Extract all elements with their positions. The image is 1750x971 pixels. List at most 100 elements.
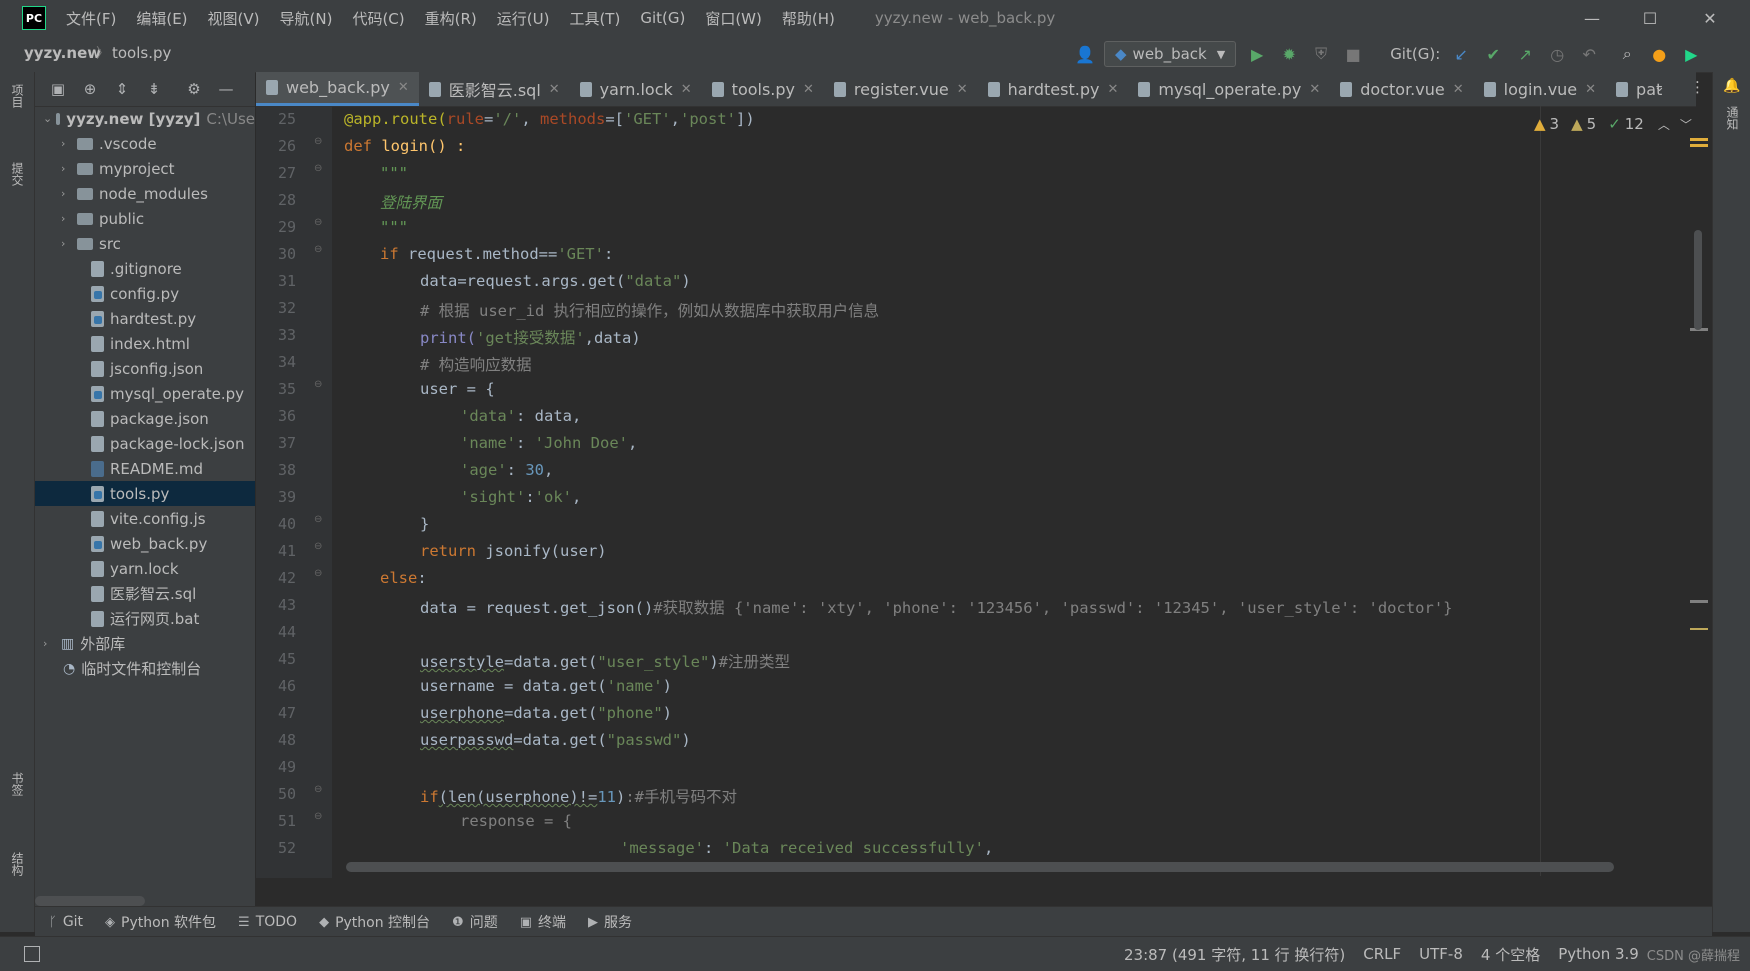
jetbrains-toolbox-icon[interactable]: ▶ [1680, 43, 1702, 65]
tree-file[interactable]: jsconfig.json [35, 356, 255, 381]
tree-file[interactable]: package.json [35, 406, 255, 431]
breadcrumb-file[interactable]: tools.py [112, 44, 171, 62]
services-tool-tab[interactable]: ▶ 服务 [588, 912, 632, 932]
fold-marker-icon[interactable]: ⊖ [314, 541, 322, 552]
search-icon[interactable]: ⌕ [1616, 43, 1638, 65]
close-icon[interactable]: ✕ [398, 80, 409, 95]
menu-view[interactable]: 视图(V) [208, 8, 260, 29]
panel-horizontal-scrollbar[interactable] [35, 896, 145, 906]
tab-doctor-vue[interactable]: doctor.vue ✕ [1330, 72, 1473, 106]
todo-tool-tab[interactable]: ☰ TODO [238, 914, 297, 930]
menu-code[interactable]: 代码(C) [352, 8, 404, 29]
expand-all-icon[interactable]: ⇕ [113, 80, 131, 98]
tree-file[interactable]: index.html [35, 331, 255, 356]
tree-file[interactable]: .gitignore [35, 256, 255, 281]
close-icon[interactable]: ✕ [1309, 82, 1320, 97]
tab-login-vue[interactable]: login.vue ✕ [1474, 72, 1606, 106]
tree-file[interactable]: vite.config.js [35, 506, 255, 531]
menu-window[interactable]: 窗口(W) [705, 8, 762, 29]
menu-tools[interactable]: 工具(T) [569, 8, 620, 29]
fold-marker-icon[interactable]: ⊖ [314, 514, 322, 525]
fold-marker-icon[interactable]: ⊖ [314, 217, 322, 228]
fold-marker-icon[interactable]: ⊖ [314, 784, 322, 795]
maximize-button[interactable]: ☐ [1630, 4, 1670, 32]
fold-marker-icon[interactable]: ⊖ [314, 163, 322, 174]
menu-run[interactable]: 运行(U) [497, 8, 550, 29]
git-rollback-icon[interactable]: ↶ [1578, 43, 1600, 65]
python-packages-tool-tab[interactable]: ◈ Python 软件包 [105, 912, 216, 932]
tree-file[interactable]: 运行网页.bat [35, 606, 255, 631]
menu-file[interactable]: 文件(F) [66, 8, 116, 29]
tree-file-selected[interactable]: tools.py [35, 481, 255, 506]
menu-navigate[interactable]: 导航(N) [280, 8, 333, 29]
fold-marker-icon[interactable]: ⊖ [314, 244, 322, 255]
hide-panel-icon[interactable]: — [217, 80, 235, 98]
caret-position[interactable]: 23:87 (491 字符, 11 行 换行符) [1124, 944, 1345, 965]
update-icon[interactable]: ● [1648, 43, 1670, 65]
chevron-up-icon[interactable]: ︿ [1658, 116, 1670, 133]
editor-vertical-scrollbar[interactable] [1694, 230, 1702, 330]
tree-file[interactable]: web_back.py [35, 531, 255, 556]
fold-marker-icon[interactable]: ⊖ [314, 136, 322, 147]
tree-folder[interactable]: › public [35, 206, 255, 231]
file-encoding[interactable]: UTF-8 [1419, 945, 1463, 963]
commit-tool-tab[interactable]: 提交 [8, 162, 26, 186]
tree-file[interactable]: 医影智云.sql [35, 581, 255, 606]
project-tool-tab[interactable]: 项目 [8, 84, 26, 108]
panel-view-icon[interactable]: ▣ [49, 80, 67, 98]
menu-edit[interactable]: 编辑(E) [136, 8, 187, 29]
python-interpreter[interactable]: Python 3.9 [1558, 945, 1639, 963]
tree-file[interactable]: config.py [35, 281, 255, 306]
tab-register-vue[interactable]: register.vue ✕ [824, 72, 978, 106]
git-push-icon[interactable]: ↗ [1514, 43, 1536, 65]
menu-refactor[interactable]: 重构(R) [425, 8, 477, 29]
tab-mysql-operate-py[interactable]: mysql_operate.py ✕ [1128, 72, 1330, 106]
close-icon[interactable]: ✕ [1453, 82, 1464, 97]
menu-git[interactable]: Git(G) [640, 9, 685, 27]
error-stripe-marker[interactable] [1690, 144, 1708, 147]
indent-setting[interactable]: 4 个空格 [1481, 944, 1540, 965]
tree-file[interactable]: hardtest.py [35, 306, 255, 331]
close-icon[interactable]: ✕ [549, 82, 560, 97]
tree-folder[interactable]: › myproject [35, 156, 255, 181]
fold-marker-icon[interactable]: ⊖ [314, 811, 322, 822]
tree-folder[interactable]: › .vscode [35, 131, 255, 156]
git-update-icon[interactable]: ↙ [1450, 43, 1472, 65]
problems-tool-tab[interactable]: ❶ 问题 [452, 912, 498, 932]
tree-file[interactable]: package-lock.json [35, 431, 255, 456]
collapse-all-icon[interactable]: ⇟ [145, 80, 163, 98]
tab-web-back-py[interactable]: web_back.py ✕ [256, 72, 419, 106]
menu-help[interactable]: 帮助(H) [782, 8, 835, 29]
git-commit-icon[interactable]: ✔ [1482, 43, 1504, 65]
tab-yarn-lock[interactable]: yarn.lock ✕ [570, 72, 702, 106]
toggle-tool-windows-icon[interactable] [24, 946, 40, 962]
stop-icon[interactable]: ■ [1342, 43, 1364, 65]
fold-marker-icon[interactable]: ⊖ [314, 379, 322, 390]
tree-file[interactable]: yarn.lock [35, 556, 255, 581]
chevron-down-icon[interactable]: ﹀ [1680, 116, 1692, 133]
tab-overflow-chevron-icon[interactable]: ⌄ [1654, 80, 1665, 95]
error-stripe-marker[interactable] [1690, 628, 1708, 630]
minimize-button[interactable]: — [1572, 4, 1612, 32]
tab-tools-py[interactable]: tools.py ✕ [702, 72, 824, 106]
more-options-icon[interactable]: ⋮ [1690, 78, 1705, 96]
user-icon[interactable]: 👤 [1074, 43, 1096, 65]
close-window-button[interactable]: ✕ [1690, 4, 1730, 32]
error-stripe-marker[interactable] [1690, 138, 1708, 141]
breadcrumb-project[interactable]: yyzy.new [24, 44, 101, 62]
close-icon[interactable]: ✕ [803, 82, 814, 97]
debug-icon[interactable]: ✹ [1278, 43, 1300, 65]
structure-tool-tab[interactable]: 结构 [8, 852, 26, 876]
terminal-tool-tab[interactable]: ▣ 终端 [520, 912, 566, 932]
tree-file[interactable]: README.md [35, 456, 255, 481]
tree-folder[interactable]: › src [35, 231, 255, 256]
error-stripe-marker[interactable] [1690, 600, 1708, 603]
tree-root[interactable]: ⌄ yyzy.new [yyzy] C:\Use [35, 106, 255, 131]
gear-icon[interactable]: ⚙ [185, 80, 203, 98]
run-configuration-select[interactable]: ◆ web_back ▼ [1104, 41, 1237, 67]
code-editor[interactable]: @app.route(rule='/', methods=['GET','pos… [332, 106, 1712, 878]
fold-marker-icon[interactable]: ⊖ [314, 568, 322, 579]
run-icon[interactable]: ▶ [1246, 43, 1268, 65]
close-icon[interactable]: ✕ [1107, 82, 1118, 97]
bookmarks-tool-tab[interactable]: 书签 [8, 772, 26, 796]
